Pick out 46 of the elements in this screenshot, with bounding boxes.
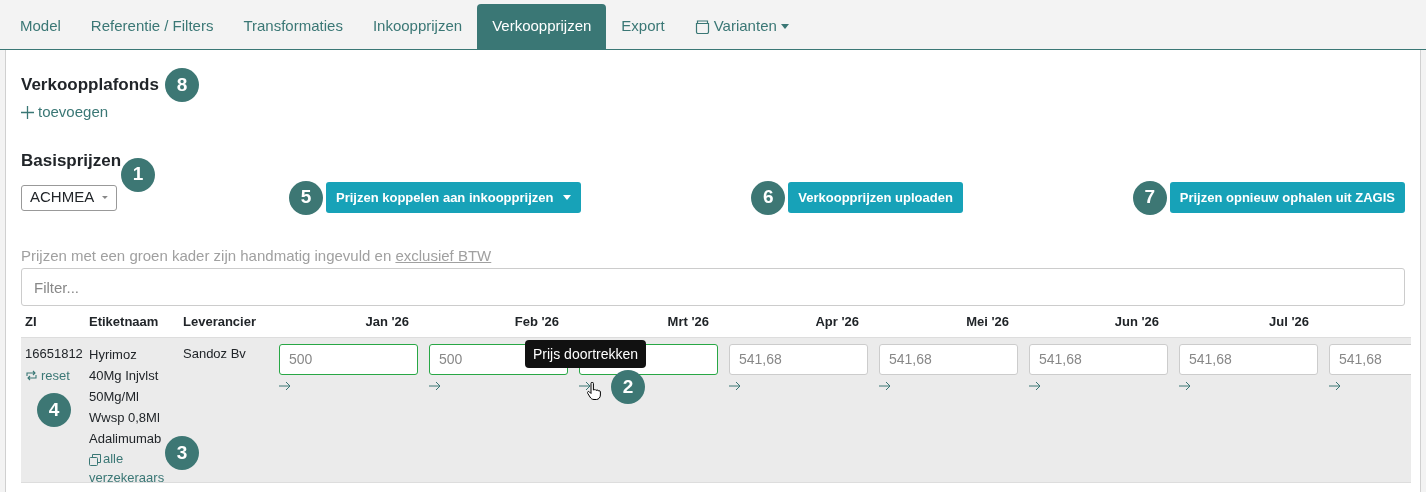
price-field[interactable]: 541,68: [1029, 344, 1168, 375]
action-button[interactable]: Verkoopprijzen uploaden: [788, 182, 963, 213]
column-header: Leverancier: [183, 313, 256, 329]
tab[interactable]: Model: [5, 4, 76, 49]
table-cell-text: 16651812: [25, 345, 84, 363]
tooltip: Prijs doortrekken: [525, 340, 647, 368]
price-field[interactable]: 541,68: [1179, 344, 1318, 375]
price-field[interactable]: 500: [279, 344, 418, 375]
column-header: Jul '26: [1269, 312, 1309, 331]
hint-text: Prijzen met een groen kader zijn handmatig ingevuld en: [21, 246, 393, 264]
number-badge: 8: [164, 68, 199, 102]
column-header: Mei '26: [966, 312, 1009, 331]
number-badge: 4: [37, 393, 71, 427]
number-badge: 5: [289, 180, 323, 215]
number-badge: 2: [611, 370, 645, 404]
tab[interactable]: Transformaties: [228, 4, 358, 49]
action-button[interactable]: Prijzen opnieuw ophalen uit ZAGIS: [1169, 182, 1405, 213]
tab[interactable]: Inkoopprijzen: [357, 4, 478, 49]
tab[interactable]: Varianten: [679, 4, 804, 49]
column-header: Mrt '26: [667, 312, 709, 331]
column-header: Jun '26: [1114, 312, 1159, 331]
column-header: Etiketnaam: [89, 313, 159, 329]
tab[interactable]: Verkoopprijzen: [477, 4, 607, 49]
table-cell-text: Hyrimoz 40Mg Injvlst 50Mg/Ml Wwsp 0,8Ml Adalimumab: [89, 346, 163, 448]
action-button[interactable]: Prijzen koppelen aan inkoopprijzen: [326, 182, 582, 213]
tab[interactable]: Referentie / Filters: [75, 4, 229, 49]
column-header: ZI: [25, 313, 37, 329]
price-field[interactable]: 541,68: [1329, 344, 1411, 375]
tab[interactable]: Export: [606, 4, 680, 49]
insurer-select[interactable]: ACHMEA: [21, 184, 117, 211]
column-header: Jan '26: [365, 312, 409, 331]
number-badge: 1: [121, 157, 155, 192]
vat-link[interactable]: exclusief BTW: [395, 246, 492, 264]
column-header: Feb '26: [514, 312, 559, 331]
table-cell: Sandoz Bv: [183, 346, 246, 361]
number-badge: 3: [165, 436, 199, 470]
filter-field[interactable]: Filter...: [21, 268, 1405, 306]
section-heading: Verkoopplafonds: [21, 74, 159, 97]
reset-link[interactable]: reset: [25, 365, 70, 385]
section-heading: Basisprijzen: [21, 150, 122, 172]
number-badge: 6: [751, 180, 786, 215]
add-link[interactable]: toevoegen: [21, 101, 109, 124]
number-badge: 7: [1132, 180, 1167, 215]
column-header: Apr '26: [815, 312, 859, 331]
price-field[interactable]: 541,68: [729, 344, 868, 375]
price-field[interactable]: 541,68: [879, 344, 1018, 375]
